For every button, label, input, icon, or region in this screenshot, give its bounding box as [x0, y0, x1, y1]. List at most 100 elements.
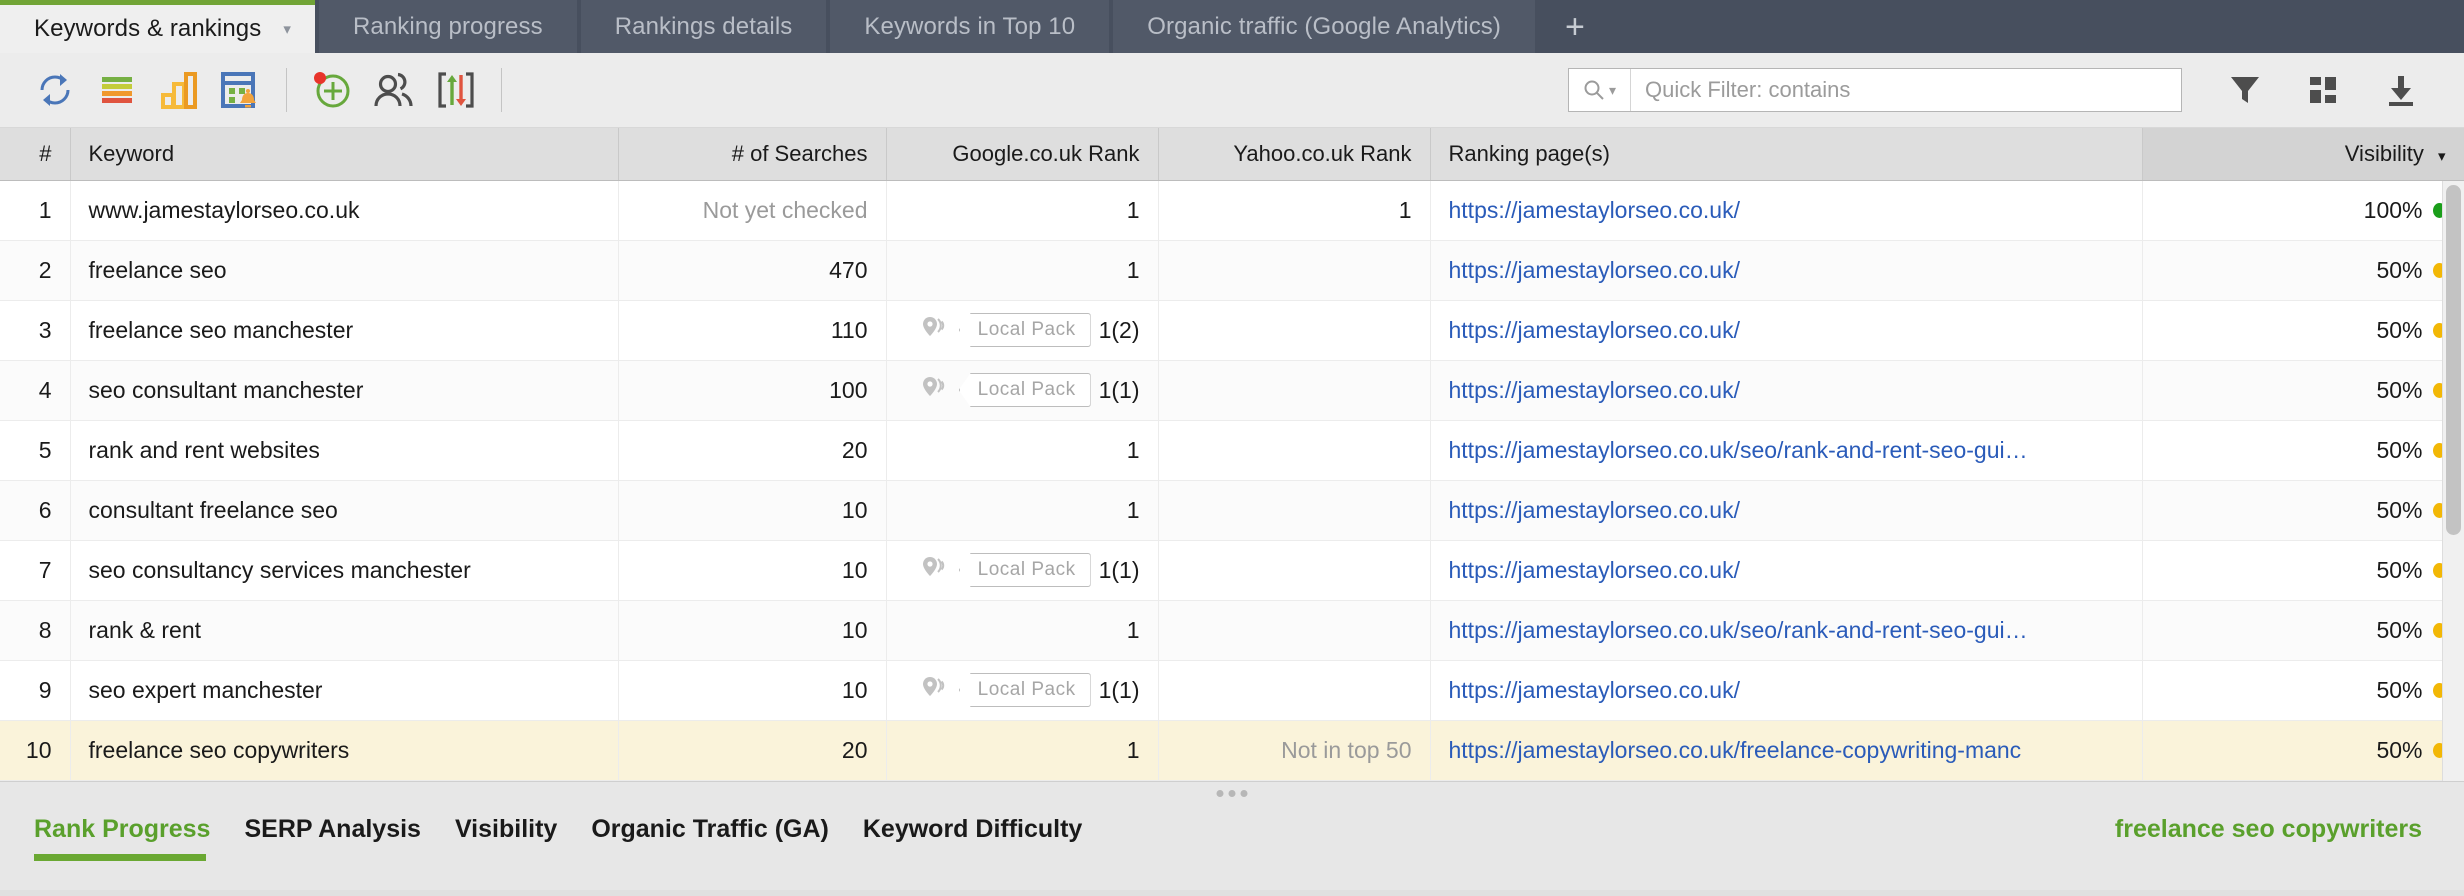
table-row[interactable]: 9 seo expert manchester 10 Local Pack 1(1) ht…: [0, 660, 2464, 721]
cell-ranking-page[interactable]: https://jamestaylorseo.co.uk/freelance-c…: [1430, 720, 2143, 781]
column-header-searches[interactable]: # of Searches: [618, 128, 887, 181]
panel-bottom-edge: [0, 890, 2464, 896]
table-row[interactable]: 3 freelance seo manchester 110 Local Pack 1(…: [0, 300, 2464, 361]
cell-visibility: 50%: [2142, 540, 2464, 601]
tab-organic-traffic-google-analytics[interactable]: Organic traffic (Google Analytics): [1113, 0, 1535, 53]
cell-yahoo-rank: [1158, 600, 1431, 661]
ranking-page-link[interactable]: https://jamestaylorseo.co.uk/: [1449, 377, 1740, 403]
rank-value: 1: [1126, 496, 1140, 523]
cell-ranking-page[interactable]: https://jamestaylorseo.co.uk/seo/rank-an…: [1430, 600, 2143, 661]
cell-google-rank: 1: [886, 420, 1159, 481]
cell-searches: 20: [618, 420, 887, 481]
quick-filter-box[interactable]: ▾: [1568, 68, 2182, 112]
download-icon[interactable]: [2362, 59, 2440, 121]
tab-keywords-in-top-10[interactable]: Keywords in Top 10: [830, 0, 1110, 53]
ranking-page-link[interactable]: https://jamestaylorseo.co.uk/seo/rank-an…: [1449, 617, 2028, 643]
bottom-tab-organic-traffic[interactable]: Organic Traffic (GA): [591, 815, 829, 844]
colored-bars-icon[interactable]: [86, 59, 148, 121]
keywords-table-container: # Keyword # of Searches Google.co.uk Ran…: [0, 128, 2464, 781]
ranking-page-link[interactable]: https://jamestaylorseo.co.uk/: [1449, 497, 1740, 523]
cell-ranking-page[interactable]: https://jamestaylorseo.co.uk/: [1430, 480, 2143, 541]
table-row[interactable]: 6 consultant freelance seo 10 1 https://jame…: [0, 480, 2464, 541]
ranking-page-link[interactable]: https://jamestaylorseo.co.uk/: [1449, 557, 1740, 583]
cell-ranking-page[interactable]: https://jamestaylorseo.co.uk/: [1430, 180, 2143, 241]
column-header-yahoo-rank[interactable]: Yahoo.co.uk Rank: [1158, 128, 1431, 181]
tab-keywords-and-rankings[interactable]: Keywords & rankings ▾: [0, 0, 315, 53]
ranking-page-link[interactable]: https://jamestaylorseo.co.uk/: [1449, 257, 1740, 283]
bottom-tab-rank-progress[interactable]: Rank Progress: [34, 815, 210, 844]
visibility-value: 50%: [2376, 376, 2423, 403]
cell-ranking-page[interactable]: https://jamestaylorseo.co.uk/seo/rank-an…: [1430, 420, 2143, 481]
cell-google-rank: 1: [886, 180, 1159, 241]
refresh-icon[interactable]: [24, 59, 86, 121]
column-header-visibility[interactable]: Visibility ▾: [2142, 128, 2464, 181]
ranking-page-link[interactable]: https://jamestaylorseo.co.uk/seo/rank-an…: [1449, 437, 2028, 463]
cell-visibility: 50%: [2142, 600, 2464, 661]
cell-ranking-page[interactable]: https://jamestaylorseo.co.uk/: [1430, 540, 2143, 601]
chevron-down-icon[interactable]: ▾: [283, 22, 291, 37]
cell-ranking-page[interactable]: https://jamestaylorseo.co.uk/: [1430, 660, 2143, 721]
cell-ranking-page[interactable]: https://jamestaylorseo.co.uk/: [1430, 240, 2143, 301]
scrollbar-thumb[interactable]: [2446, 185, 2461, 535]
table-row[interactable]: 7 seo consultancy services manchester 10 Lo…: [0, 540, 2464, 601]
chevron-down-icon[interactable]: ▾: [1609, 83, 1616, 97]
cell-index: 10: [0, 720, 71, 781]
add-tab-button[interactable]: +: [1539, 0, 1611, 53]
ranking-page-link[interactable]: https://jamestaylorseo.co.uk/freelance-c…: [1449, 737, 2022, 763]
column-header-index[interactable]: #: [0, 128, 71, 181]
grid-layout-icon[interactable]: [2284, 59, 2362, 121]
visibility-value: 50%: [2376, 736, 2423, 763]
column-header-ranking-pages[interactable]: Ranking page(s): [1430, 128, 2143, 181]
search-mode-selector[interactable]: ▾: [1569, 69, 1631, 111]
column-header-google-rank[interactable]: Google.co.uk Rank: [886, 128, 1159, 181]
cell-ranking-page[interactable]: https://jamestaylorseo.co.uk/: [1430, 360, 2143, 421]
toolbar-right-icons: [2206, 59, 2440, 121]
cell-keyword[interactable]: seo consultancy services manchester: [70, 540, 619, 601]
table-row[interactable]: 4 seo consultant manchester 100 Local Pack 1…: [0, 360, 2464, 421]
table-row[interactable]: 5 rank and rent websites 20 1 https://jamest…: [0, 420, 2464, 481]
table-row[interactable]: 1 www.jamestaylorseo.co.uk Not yet checked…: [0, 180, 2464, 241]
column-header-keyword[interactable]: Keyword: [70, 128, 619, 181]
tab-label: Ranking progress: [352, 12, 543, 40]
table-body: 1 www.jamestaylorseo.co.uk Not yet checked…: [0, 180, 2464, 781]
local-pack-badge: Local Pack: [958, 673, 1091, 707]
visibility-value: 50%: [2376, 676, 2423, 703]
ranking-page-link[interactable]: https://jamestaylorseo.co.uk/: [1449, 317, 1740, 343]
cell-searches: 10: [618, 540, 887, 601]
cell-keyword[interactable]: freelance seo copywriters: [70, 720, 619, 781]
cell-index: 4: [0, 360, 71, 421]
cell-keyword[interactable]: freelance seo: [70, 240, 619, 301]
search-input[interactable]: [1631, 69, 2181, 111]
ranking-page-link[interactable]: https://jamestaylorseo.co.uk/: [1449, 197, 1740, 223]
cell-keyword[interactable]: seo expert manchester: [70, 660, 619, 721]
cell-keyword[interactable]: consultant freelance seo: [70, 480, 619, 541]
cell-ranking-page[interactable]: https://jamestaylorseo.co.uk/: [1430, 300, 2143, 361]
tab-rankings-details[interactable]: Rankings details: [580, 0, 827, 53]
cell-keyword[interactable]: rank & rent: [70, 600, 619, 661]
bottom-tab-keyword-difficulty[interactable]: Keyword Difficulty: [863, 815, 1082, 844]
add-keyword-icon[interactable]: [301, 59, 363, 121]
bottom-tab-serp-analysis[interactable]: SERP Analysis: [244, 815, 420, 844]
table-row[interactable]: 2 freelance seo 470 1 https://jamestaylorseo…: [0, 240, 2464, 301]
ranking-page-link[interactable]: https://jamestaylorseo.co.uk/: [1449, 677, 1740, 703]
cell-keyword[interactable]: seo consultant manchester: [70, 360, 619, 421]
cell-visibility: 50%: [2142, 660, 2464, 721]
cell-keyword[interactable]: www.jamestaylorseo.co.uk: [70, 180, 619, 241]
vertical-scrollbar[interactable]: [2442, 181, 2464, 781]
cell-yahoo-rank: [1158, 240, 1431, 301]
calendar-alert-icon[interactable]: [210, 59, 272, 121]
bottom-tab-visibility[interactable]: Visibility: [455, 815, 557, 844]
bar-chart-icon[interactable]: [148, 59, 210, 121]
import-export-icon[interactable]: [425, 59, 487, 121]
cell-keyword[interactable]: freelance seo manchester: [70, 300, 619, 361]
cell-google-rank: 1: [886, 480, 1159, 541]
competitors-icon[interactable]: [363, 59, 425, 121]
table-row[interactable]: 8 rank & rent 10 1 https://jamestaylorseo.co…: [0, 600, 2464, 661]
cell-searches: 10: [618, 600, 887, 661]
active-tab-underline-track: [0, 854, 2464, 861]
tab-ranking-progress[interactable]: Ranking progress: [318, 0, 577, 53]
table-row[interactable]: 10 freelance seo copywriters 20 1 Not in top…: [0, 720, 2464, 781]
cell-google-rank: Local Pack 1(2): [886, 300, 1159, 361]
cell-keyword[interactable]: rank and rent websites: [70, 420, 619, 481]
filter-funnel-icon[interactable]: [2206, 59, 2284, 121]
